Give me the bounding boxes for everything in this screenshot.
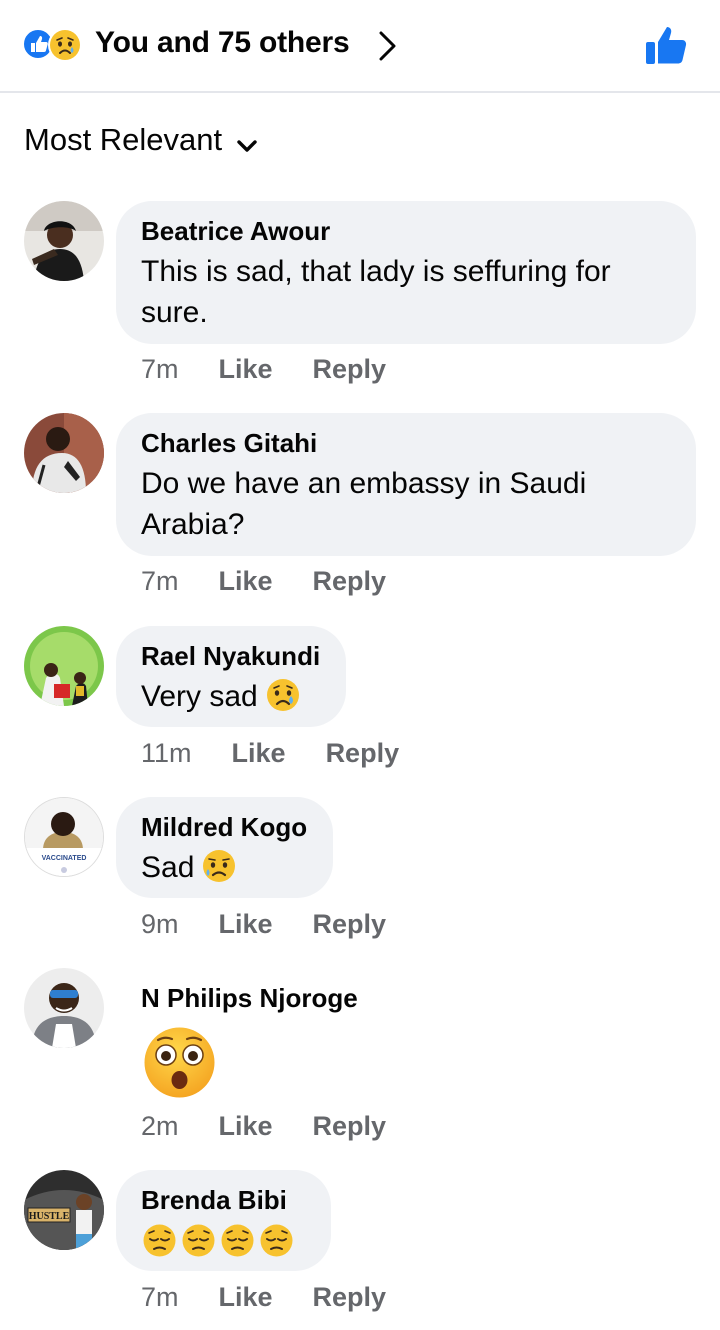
comment-time[interactable]: 11m: [141, 738, 192, 769]
comment-actions: 7m Like Reply: [141, 1282, 386, 1313]
commenter-name[interactable]: Brenda Bibi: [141, 1184, 305, 1216]
comment-bubble[interactable]: Rael Nyakundi Very sad: [116, 626, 346, 727]
commenter-name[interactable]: N Philips Njoroge: [141, 982, 358, 1014]
comment-text: This is sad, that lady is seffuring for …: [141, 255, 611, 329]
comment-header: N Philips Njoroge: [141, 982, 358, 1014]
like-button[interactable]: Like: [232, 738, 286, 769]
reply-button[interactable]: Reply: [313, 354, 387, 385]
pensive-face-emoji: [141, 1222, 178, 1264]
comment-text-row: Very sad: [141, 676, 320, 725]
comment-actions: 2m Like Reply: [141, 1111, 386, 1142]
avatar[interactable]: VACCINATED: [24, 797, 104, 877]
comment-bubble[interactable]: Mildred Kogo Sad: [116, 797, 333, 898]
comment-time[interactable]: 9m: [141, 909, 179, 940]
pensive-face-emoji: [180, 1222, 217, 1264]
reply-button[interactable]: Reply: [313, 1282, 387, 1313]
comment-time[interactable]: 7m: [141, 1282, 179, 1313]
comment-actions: 7m Like Reply: [141, 566, 386, 597]
chevron-down-icon: [236, 129, 258, 152]
reply-button[interactable]: Reply: [313, 566, 387, 597]
commenter-name[interactable]: Charles Gitahi: [141, 427, 670, 459]
comment-bubble[interactable]: Beatrice Awour This is sad, that lady is…: [116, 201, 696, 344]
pensive-face-emoji: [258, 1222, 295, 1264]
reactions-header: You and 75 others: [0, 0, 720, 93]
like-button[interactable]: Like: [219, 1282, 273, 1313]
like-button[interactable]: Like: [219, 909, 273, 940]
comment-text-row: Sad: [141, 847, 307, 896]
comment-text: Very sad: [141, 680, 258, 713]
avatar-badge: VACCINATED: [42, 855, 87, 862]
comment-time[interactable]: 2m: [141, 1111, 179, 1142]
like-button[interactable]: Like: [219, 1111, 273, 1142]
comment-time[interactable]: 7m: [141, 354, 179, 385]
commenter-name[interactable]: Beatrice Awour: [141, 215, 670, 247]
avatar[interactable]: [24, 626, 104, 706]
sad-reaction-icon: [48, 28, 82, 62]
comment-bubble[interactable]: Brenda Bibi: [116, 1170, 331, 1271]
comment-text: Do we have an embassy in Saudi Arabia?: [141, 467, 587, 541]
reactions-summary[interactable]: [22, 28, 92, 64]
flushed-face-emoji[interactable]: [143, 1026, 216, 1099]
emoji-row: [141, 1222, 305, 1264]
commenter-name[interactable]: Rael Nyakundi: [141, 640, 320, 672]
comment-actions: 11m Like Reply: [141, 738, 399, 769]
avatar[interactable]: [24, 201, 104, 281]
comment-actions: 7m Like Reply: [141, 354, 386, 385]
avatar[interactable]: [24, 968, 104, 1048]
comment-actions: 9m Like Reply: [141, 909, 386, 940]
reply-button[interactable]: Reply: [313, 1111, 387, 1142]
comment-time[interactable]: 7m: [141, 566, 179, 597]
avatar-badge: HUSTLE: [29, 1211, 70, 1222]
reactions-summary-text[interactable]: You and 75 others: [95, 26, 350, 60]
chevron-right-icon[interactable]: [374, 28, 402, 64]
comment-bubble[interactable]: Charles Gitahi Do we have an embassy in …: [116, 413, 696, 556]
like-button[interactable]: Like: [219, 354, 273, 385]
sort-dropdown[interactable]: Most Relevant: [24, 122, 258, 158]
reply-button[interactable]: Reply: [326, 738, 400, 769]
like-button[interactable]: Like: [219, 566, 273, 597]
comment-text: Sad: [141, 851, 195, 884]
pensive-face-emoji: [219, 1222, 256, 1264]
crying-face-emoji: [264, 676, 302, 725]
sad-but-relieved-face-emoji: [200, 847, 238, 896]
commenter-name[interactable]: Mildred Kogo: [141, 811, 307, 843]
thumbs-up-icon[interactable]: [642, 24, 690, 68]
reply-button[interactable]: Reply: [313, 909, 387, 940]
avatar[interactable]: [24, 413, 104, 493]
sort-label: Most Relevant: [24, 122, 223, 157]
avatar[interactable]: HUSTLE: [24, 1170, 104, 1250]
